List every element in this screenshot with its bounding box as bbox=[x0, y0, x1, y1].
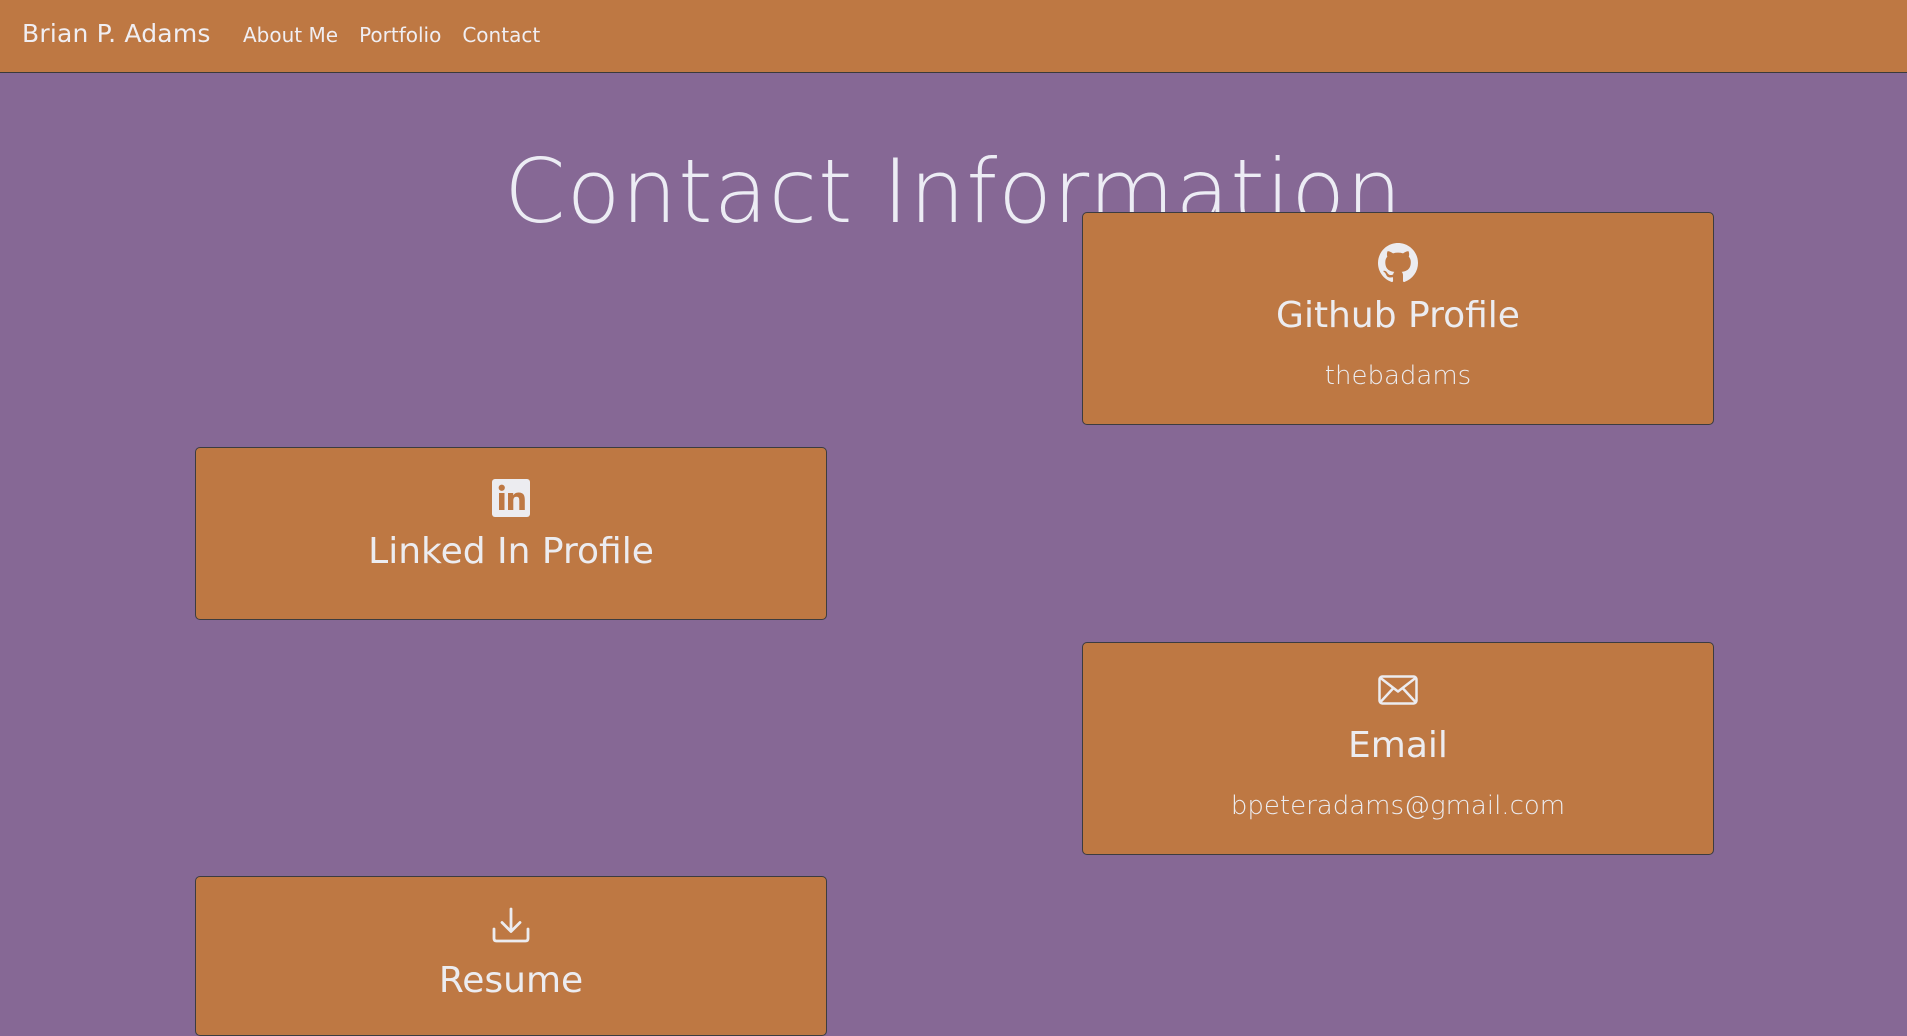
nav-link-portfolio[interactable]: Portfolio bbox=[359, 23, 441, 47]
envelope-icon bbox=[1378, 675, 1418, 705]
brand-link[interactable]: Brian P. Adams bbox=[22, 19, 211, 48]
email-card[interactable]: Email bpeteradams@gmail.com bbox=[1082, 642, 1714, 855]
nav-links: About Me Portfolio Contact bbox=[243, 23, 540, 47]
nav-link-contact[interactable]: Contact bbox=[462, 23, 540, 47]
nav-link-about-me[interactable]: About Me bbox=[243, 23, 338, 47]
linkedin-profile-card[interactable]: Linked In Profile bbox=[195, 447, 827, 620]
linkedin-card-title: Linked In Profile bbox=[368, 531, 654, 572]
linkedin-icon bbox=[492, 479, 530, 517]
email-card-title: Email bbox=[1348, 725, 1448, 766]
github-username: thebadams bbox=[1324, 361, 1472, 391]
navbar: Brian P. Adams About Me Portfolio Contac… bbox=[0, 0, 1907, 73]
resume-card-title: Resume bbox=[438, 960, 584, 1001]
download-icon bbox=[492, 907, 530, 943]
github-profile-card[interactable]: Github Profile thebadams bbox=[1082, 212, 1714, 425]
github-icon bbox=[1378, 243, 1418, 283]
email-address[interactable]: bpeteradams@gmail.com bbox=[1083, 791, 1713, 821]
github-card-title: Github Profile bbox=[1276, 295, 1520, 336]
resume-card[interactable]: Resume bbox=[195, 876, 827, 1036]
